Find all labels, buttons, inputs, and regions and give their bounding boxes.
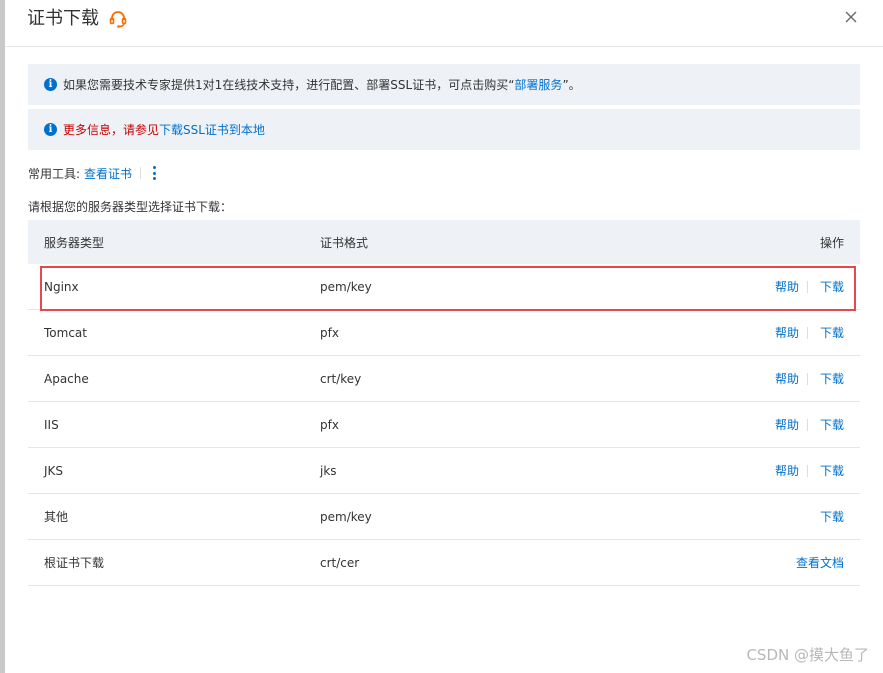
table-row: 根证书下载 crt/cer 查看文档 <box>28 540 860 586</box>
cert-format-cell: pem/key <box>320 279 372 294</box>
action-divider <box>806 280 808 293</box>
cert-format-cell: pem/key <box>320 509 372 524</box>
dialog-title: 证书下载 <box>27 8 99 29</box>
actions-cell: 帮助 下载 <box>604 278 860 295</box>
server-type-cell: IIS <box>44 417 59 432</box>
help-link[interactable]: 帮助 <box>775 278 799 295</box>
help-link[interactable]: 帮助 <box>775 462 799 479</box>
watermark: CSDN @摸大鱼了 <box>746 646 869 664</box>
actions-cell: 帮助 下载 <box>604 370 860 387</box>
view-certificate-link[interactable]: 查看证书 <box>84 165 132 182</box>
table-row: IIS pfx 帮助 下载 <box>28 402 860 448</box>
common-tools-bar: 常用工具: 查看证书 <box>28 164 157 182</box>
download-link[interactable]: 下载 <box>820 462 844 479</box>
server-type-cell: Tomcat <box>44 325 87 340</box>
help-link[interactable]: 帮助 <box>775 324 799 341</box>
download-link[interactable]: 下载 <box>820 508 844 525</box>
cert-format-cell: crt/key <box>320 371 362 386</box>
dialog-header: 证书下载 <box>27 6 129 32</box>
info-icon: i <box>44 123 57 136</box>
notice-tail: ”。 <box>562 78 581 92</box>
action-divider <box>806 464 808 477</box>
server-type-table: 服务器类型 证书格式 操作 Nginx pem/key 帮助 下载 Tomcat… <box>28 220 860 586</box>
action-divider <box>806 326 808 339</box>
select-server-prompt: 请根据您的服务器类型选择证书下载： <box>28 200 233 214</box>
download-link[interactable]: 下载 <box>820 278 844 295</box>
server-type-cell: Apache <box>44 371 89 386</box>
table-row: JKS jks 帮助 下载 <box>28 448 860 494</box>
table-row: Tomcat pfx 帮助 下载 <box>28 310 860 356</box>
download-link[interactable]: 下载 <box>820 416 844 433</box>
actions-cell: 帮助 下载 <box>604 324 860 341</box>
server-type-cell: 根证书下载 <box>44 556 105 570</box>
cert-format-cell: pfx <box>320 417 339 432</box>
cert-format-cell: jks <box>320 463 337 478</box>
server-type-cell: JKS <box>44 463 64 478</box>
actions-cell: 帮助 下载 <box>604 416 860 433</box>
notice-more-info: i 更多信息，请参见 下载SSL证书到本地 <box>28 109 860 150</box>
help-link[interactable]: 帮助 <box>775 416 799 433</box>
actions-cell: 查看文档 <box>604 554 860 571</box>
info-icon: i <box>44 78 57 91</box>
cert-format-cell: pfx <box>320 325 339 340</box>
notice-deploy-service: i 如果您需要技术专家提供1对1在线技术支持，进行配置、部署SSL证书，可点击购… <box>28 64 860 105</box>
download-ssl-local-link[interactable]: 下载SSL证书到本地 <box>159 121 265 138</box>
more-options-icon[interactable] <box>153 166 157 180</box>
close-icon[interactable] <box>843 9 859 25</box>
headset-support-icon[interactable] <box>107 8 129 30</box>
tools-divider <box>140 167 142 179</box>
view-docs-link[interactable]: 查看文档 <box>796 554 844 571</box>
header-cert-format: 证书格式 <box>320 235 369 250</box>
cert-format-cell: crt/cer <box>320 555 360 570</box>
server-type-cell: Nginx <box>44 279 79 294</box>
more-info-text: 更多信息，请参见 <box>63 123 160 137</box>
header-actions: 操作 <box>819 235 844 250</box>
certificate-download-dialog: 证书下载 i 如果您需要技术专家提供1对1在线技术支持，进行配置、部署SSL证书… <box>5 0 883 673</box>
deploy-service-link[interactable]: 部署服务 <box>514 76 562 93</box>
table-row: Apache crt/key 帮助 下载 <box>28 356 860 402</box>
table-row: Nginx pem/key 帮助 下载 <box>28 264 860 310</box>
download-link[interactable]: 下载 <box>820 324 844 341</box>
server-type-cell: 其他 <box>44 510 69 524</box>
header-divider <box>5 46 883 47</box>
table-row: 其他 pem/key 下载 <box>28 494 860 540</box>
actions-cell: 帮助 下载 <box>604 462 860 479</box>
notice-text: 如果您需要技术专家提供1对1在线技术支持，进行配置、部署SSL证书，可点击购买“ <box>63 78 515 92</box>
help-link[interactable]: 帮助 <box>775 370 799 387</box>
table-header: 服务器类型 证书格式 操作 <box>28 220 860 264</box>
action-divider <box>806 418 808 431</box>
header-server-type: 服务器类型 <box>44 235 105 250</box>
download-link[interactable]: 下载 <box>820 370 844 387</box>
actions-cell: 下载 <box>604 508 860 525</box>
common-tools-label: 常用工具: <box>28 166 81 181</box>
action-divider <box>806 372 808 385</box>
